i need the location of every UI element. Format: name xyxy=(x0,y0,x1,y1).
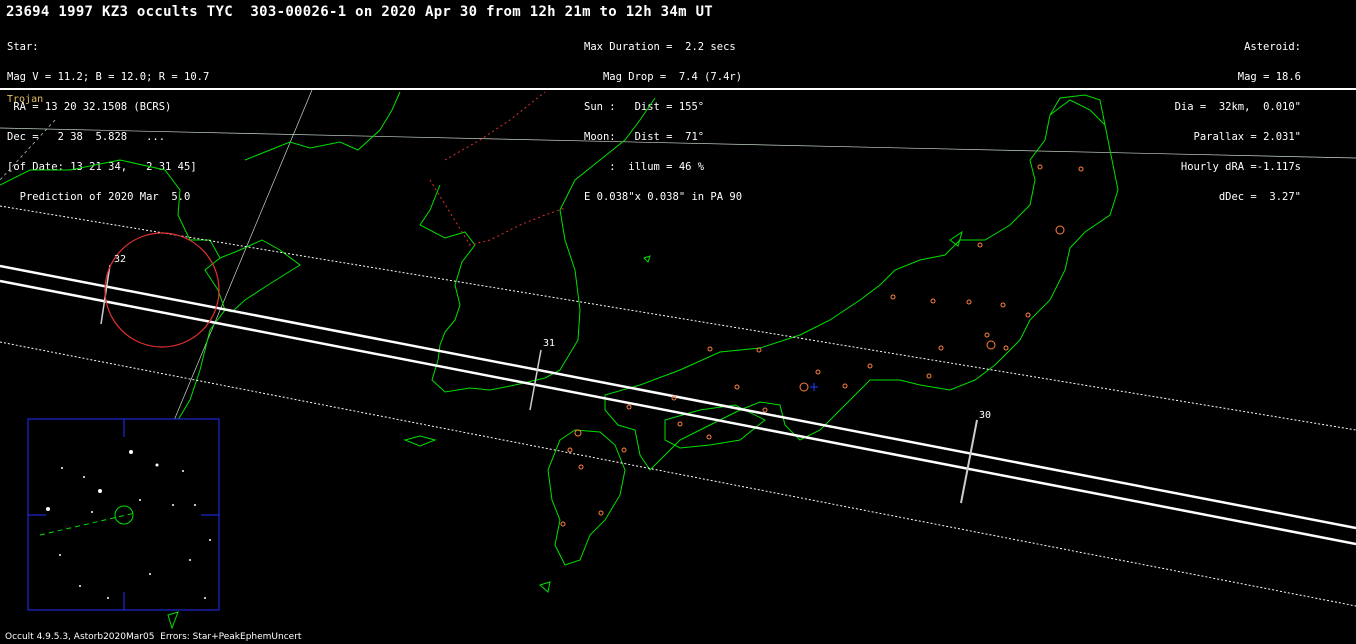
island xyxy=(167,611,179,630)
island-jeju xyxy=(403,435,437,447)
island xyxy=(643,255,651,263)
page-title: 23694 1997 KZ3 occults TYC 303-00026-1 o… xyxy=(6,4,714,20)
star-info-line: Star: xyxy=(7,41,39,53)
coastline-hokkaido xyxy=(1049,94,1106,126)
border-line xyxy=(429,179,566,246)
coastline-bohai xyxy=(219,239,301,313)
time-tick-31 xyxy=(529,349,542,411)
border-line xyxy=(444,91,546,161)
asteroid-info-line: Mag = 18.6 xyxy=(1237,71,1301,83)
time-label-32: 32 xyxy=(114,254,127,265)
coastline-north xyxy=(244,91,401,161)
coastline-japan-kyushu xyxy=(547,429,626,566)
time-tick-30 xyxy=(960,419,978,504)
grid-line xyxy=(0,127,1356,159)
time-label-31: 31 xyxy=(543,338,556,349)
star-field-inset xyxy=(27,418,220,611)
island xyxy=(538,581,551,593)
event-info-line: Max Duration = 2.2 secs xyxy=(584,41,736,53)
asteroid-class-label: Trojan xyxy=(7,94,44,105)
time-label-30: 30 xyxy=(979,410,992,421)
event-info-line: Mag Drop = 7.4 (7.4r) xyxy=(584,71,743,83)
star-info-line: Mag V = 11.2; B = 12.0; R = 10.7 xyxy=(7,71,210,83)
software-footer: Occult 4.9.5.3, Astorb2020Mar05 Errors: … xyxy=(5,632,302,642)
coastline-korea xyxy=(419,97,656,393)
observer-sites xyxy=(560,164,1084,527)
coastline-china xyxy=(0,159,226,421)
asteroid-info-line: Asteroid: xyxy=(1244,41,1301,53)
occultation-map[interactable] xyxy=(0,90,1356,644)
grid-line xyxy=(169,90,313,431)
island-sado xyxy=(949,230,963,247)
